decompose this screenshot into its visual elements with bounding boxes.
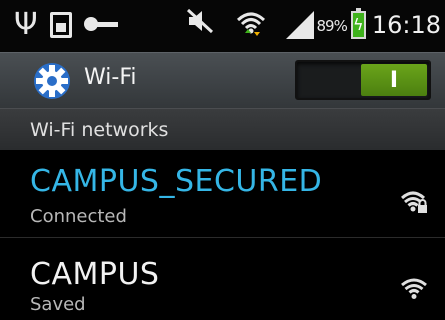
network-status: Connected: [30, 206, 127, 227]
wifi-toggle[interactable]: I: [295, 60, 431, 100]
wifi-status-icon: [236, 10, 266, 40]
charging-bolt-icon: ϟ: [353, 14, 364, 34]
wifi-toggle-knob[interactable]: I: [361, 64, 427, 96]
mute-icon: [186, 8, 214, 41]
section-header: Wi-Fi networks: [0, 108, 445, 150]
battery-percent: 89%: [316, 16, 347, 35]
status-bar: Ψ 89% ϟ 16:18: [0, 0, 445, 52]
key-icon: [83, 17, 118, 31]
signal-icon: [286, 10, 315, 39]
wifi-lock-icon: [400, 190, 427, 214]
clock: 16:18: [371, 10, 441, 39]
wifi-icon: [401, 277, 427, 301]
sim-icon: [49, 12, 72, 38]
network-name: CAMPUS: [30, 257, 160, 292]
gear-icon: [32, 61, 72, 101]
network-status: Saved: [30, 294, 86, 315]
title-bar: Wi-Fi I: [0, 52, 445, 108]
battery-icon: ϟ: [350, 7, 366, 39]
usb-icon: Ψ: [14, 7, 38, 42]
network-name: CAMPUS_SECURED: [30, 164, 323, 199]
network-row[interactable]: CAMPUS_SECURED Connected: [0, 150, 445, 238]
network-row[interactable]: CAMPUS Saved: [0, 239, 445, 320]
page-title: Wi-Fi: [84, 65, 137, 90]
status-bar-right: 89% ϟ 16:18: [186, 7, 441, 41]
status-bar-left: Ψ: [14, 10, 118, 40]
section-label: Wi-Fi networks: [30, 119, 169, 141]
